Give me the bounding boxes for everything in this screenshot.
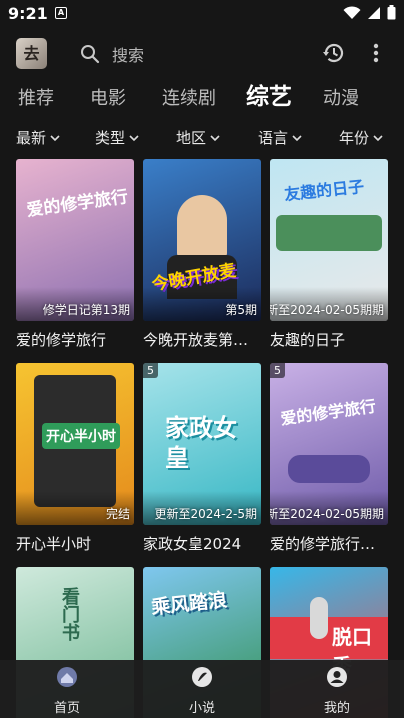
poster-art-text: 开心半小时 [42,423,120,449]
show-card[interactable]: 5 家政女皇 更新至2024-2-5期 家政女皇2024 [143,363,261,554]
rating-badge: 5 [270,363,285,378]
signal-icon [368,6,380,19]
show-card[interactable]: 开心半小时 完结 开心半小时 [16,363,134,554]
poster-art-text: 乘风踏浪 [150,589,229,619]
chevron-down-icon [373,135,383,142]
filter-label: 年份 [339,129,370,147]
nav-label: 我的 [323,701,350,716]
status-bar: 9:21 A [0,0,404,28]
tab-anime[interactable]: 动漫 [323,82,359,116]
poster-art-text: 看门书 [59,587,80,641]
filter-label: 地区 [176,129,207,147]
more-options-icon[interactable] [366,41,386,65]
poster-art-text: 家政女皇 [165,413,237,472]
bottom-navigation: 首页 小说 我的 [0,660,404,718]
filter-bar: 最新 类型 地区 语言 年份 [0,126,404,152]
tab-recommend[interactable]: 推荐 [18,82,54,116]
chevron-down-icon [210,135,220,142]
show-poster[interactable]: 爱的修学旅行 修学日记第13期 [16,159,134,321]
show-title: 爱的修学旅行… [270,535,376,553]
show-poster[interactable]: 今晚开放麦 第5期 [143,159,261,321]
episode-label: 第5期 [225,303,257,317]
episode-label: 新至2024-02-05期期 [270,303,384,317]
app-header: 去看 搜索 [0,28,404,80]
search-bar[interactable]: 搜索 [80,42,144,66]
episode-label: 更新至2024-2-5期 [154,507,257,521]
filter-latest[interactable]: 最新 [16,126,60,150]
home-icon [57,667,77,687]
chevron-down-icon [129,135,139,142]
show-card[interactable]: 友趣的日子 新至2024-02-05期期 友趣的日子 [270,159,388,350]
status-icons [343,5,396,20]
nav-novel[interactable]: 小说 [167,666,237,716]
nav-label: 小说 [188,701,215,716]
group-photo [276,215,382,251]
search-icon [81,45,100,64]
tab-variety[interactable]: 综艺 [246,80,292,114]
notification-icon: A [55,7,67,19]
poster-art-text: 爱的修学旅行 [25,186,130,221]
show-poster[interactable]: 5 爱的修学旅行 新至2024-02-05期期 [270,363,388,525]
host-figure [177,195,227,259]
filter-year[interactable]: 年份 [339,126,383,150]
rating-badge: 5 [143,363,158,378]
poster-art-text: 爱的修学旅行 [279,396,378,429]
episode-label: 修学日记第13期 [42,303,130,317]
chevron-down-icon [292,135,302,142]
filter-region[interactable]: 地区 [176,126,220,150]
show-card[interactable]: 5 爱的修学旅行 新至2024-02-05期期 爱的修学旅行… [270,363,388,554]
episode-label: 新至2024-02-05期期 [270,507,384,521]
filter-language[interactable]: 语言 [258,126,302,150]
history-icon[interactable] [322,41,346,65]
filter-label: 语言 [258,129,289,147]
show-title: 今晚开放麦第… [143,331,249,349]
show-card[interactable]: 爱的修学旅行 修学日记第13期 爱的修学旅行 [16,159,134,350]
episode-label: 完结 [105,507,130,521]
status-time: 9:21 [8,4,48,23]
profile-icon [327,667,347,687]
nav-label: 首页 [53,701,80,716]
tab-series[interactable]: 连续剧 [162,82,216,116]
battery-icon [387,5,396,20]
wifi-icon [343,5,361,19]
filter-label: 类型 [95,129,126,147]
show-title: 友趣的日子 [270,331,346,349]
chevron-down-icon [50,135,60,142]
filter-type[interactable]: 类型 [95,126,139,150]
app-logo[interactable]: 去看 [16,38,47,69]
novel-icon [192,667,212,687]
nav-home[interactable]: 首页 [32,666,102,716]
tab-movie[interactable]: 电影 [90,82,126,116]
search-input[interactable]: 搜索 [112,42,144,66]
filter-label: 最新 [16,129,47,147]
show-card[interactable]: 今晚开放麦 第5期 今晚开放麦第… [143,159,261,350]
poster-art-text: 友趣的日子 [283,176,365,205]
show-poster[interactable]: 5 家政女皇 更新至2024-2-5期 [143,363,261,525]
show-poster[interactable]: 友趣的日子 新至2024-02-05期期 [270,159,388,321]
category-tabs: 推荐 电影 连续剧 综艺 动漫 [0,82,404,118]
show-title: 开心半小时 [16,535,92,553]
show-poster[interactable]: 开心半小时 完结 [16,363,134,525]
logo-text: 去看 [23,44,40,63]
show-title: 爱的修学旅行 [16,331,107,349]
nav-profile[interactable]: 我的 [302,666,372,716]
show-title: 家政女皇2024 [143,535,242,553]
bus-illustration [288,455,370,483]
microphone [310,597,328,639]
